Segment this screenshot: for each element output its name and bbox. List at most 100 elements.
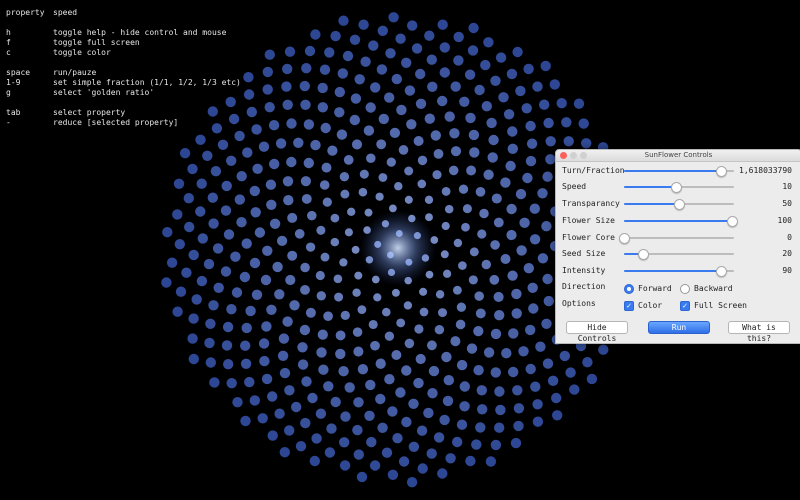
- seed-dot: [445, 453, 456, 464]
- seed-dot: [456, 419, 468, 430]
- seed-dot: [266, 199, 277, 210]
- run-button[interactable]: Run: [648, 321, 710, 334]
- color-checkbox[interactable]: ✓ Color: [624, 299, 662, 313]
- flower-core-slider[interactable]: [619, 233, 734, 244]
- seed-dot: [495, 52, 507, 63]
- seed-dot: [441, 186, 451, 196]
- seed-dot: [284, 385, 295, 396]
- backward-radio[interactable]: Backward: [680, 282, 733, 296]
- slider-knob[interactable]: [715, 166, 727, 177]
- seed-dot: [510, 437, 522, 449]
- slider-knob[interactable]: [670, 182, 682, 193]
- seed-dot: [359, 169, 369, 179]
- seed-dot: [284, 425, 295, 436]
- seed-dot: [221, 180, 232, 192]
- property-label: Turn/Fraction: [562, 166, 625, 175]
- help-desc: speed: [53, 8, 78, 17]
- turn-fraction-slider[interactable]: [624, 166, 734, 177]
- seed-dot: [368, 40, 379, 51]
- help-desc: run/pauze: [53, 68, 97, 77]
- seed-dot: [475, 422, 486, 433]
- seed-dot: [274, 289, 285, 300]
- seed-dot: [581, 138, 592, 149]
- seed-dot: [209, 377, 220, 388]
- seed-dot: [269, 158, 280, 170]
- seed-dot: [258, 141, 270, 152]
- help-key: c: [6, 48, 11, 57]
- seed-dot: [274, 408, 285, 419]
- seed-dot: [483, 169, 494, 180]
- slider-knob[interactable]: [619, 233, 630, 244]
- seed-dot: [569, 384, 580, 395]
- seed-dot: [525, 324, 536, 336]
- seed-dot: [519, 217, 530, 228]
- seed-dot: [239, 271, 251, 283]
- seed-dot: [503, 109, 515, 120]
- window-title: SunFlower Controls: [644, 151, 713, 159]
- seed-dot: [286, 156, 297, 168]
- seed-dot: [203, 258, 215, 270]
- seed-dot: [277, 350, 289, 361]
- seed-dot: [360, 56, 371, 67]
- seed-dot: [364, 410, 375, 421]
- seed-dot: [542, 358, 554, 369]
- slider-knob[interactable]: [715, 266, 727, 277]
- seed-dot: [439, 67, 450, 78]
- seed-dot: [293, 137, 304, 148]
- slider-knob[interactable]: [726, 216, 738, 227]
- seed-dot: [439, 414, 450, 426]
- seed-dot: [582, 357, 593, 368]
- seed-dot: [340, 189, 350, 199]
- seed-dot: [488, 134, 499, 146]
- speed-slider[interactable]: [624, 182, 734, 193]
- seed-dot: [440, 250, 449, 259]
- seed-dot: [515, 188, 527, 200]
- seed-dot: [181, 267, 192, 278]
- seed-dot: [316, 291, 327, 301]
- seed-dot: [370, 82, 381, 93]
- window-titlebar[interactable]: SunFlower Controls: [556, 150, 800, 162]
- seed-dot: [353, 397, 364, 408]
- seed-dot: [264, 102, 275, 113]
- seed-dot: [319, 180, 330, 190]
- seed-dot: [282, 316, 293, 327]
- seed-dot: [494, 386, 505, 397]
- seed-dot: [459, 96, 470, 108]
- seed-dot: [317, 82, 328, 94]
- seed-dot: [490, 75, 501, 87]
- seed-dot: [210, 166, 222, 177]
- seed-dot: [549, 79, 560, 90]
- what-is-this-button[interactable]: What is this?: [728, 321, 790, 343]
- seed-dot: [317, 329, 328, 340]
- radio-selected-icon: [624, 284, 634, 294]
- seed-dot: [278, 333, 290, 344]
- seed-dot: [375, 393, 386, 405]
- transparancy-slider[interactable]: [624, 199, 734, 210]
- seed-dot: [351, 245, 360, 254]
- seed-dot: [241, 238, 252, 249]
- seed-dot: [261, 321, 272, 332]
- seed-dot: [324, 447, 336, 458]
- seed-dot: [357, 305, 367, 314]
- flower-size-slider[interactable]: [624, 216, 738, 227]
- seed-dot: [395, 387, 406, 398]
- property-value: 90: [782, 266, 792, 275]
- seed-dot: [320, 252, 330, 262]
- seed-dot: [416, 425, 428, 436]
- hide-controls-button[interactable]: Hide Controls: [566, 321, 628, 343]
- seed-dot: [411, 43, 423, 54]
- seed-dot: [453, 31, 464, 43]
- slider-knob[interactable]: [674, 199, 685, 210]
- seed-size-slider[interactable]: [624, 249, 734, 260]
- seed-dot: [493, 217, 504, 228]
- slider-knob[interactable]: [637, 249, 649, 260]
- intensity-slider[interactable]: [624, 266, 734, 277]
- forward-radio[interactable]: Forward: [624, 282, 672, 296]
- seed-dot: [501, 348, 512, 359]
- seed-dot: [377, 422, 388, 433]
- seed-dot: [378, 173, 388, 182]
- full-screen-checkbox[interactable]: ✓ Full Screen: [680, 299, 747, 313]
- seed-dot: [236, 171, 247, 182]
- seed-dot: [307, 210, 317, 221]
- seed-dot: [301, 193, 312, 204]
